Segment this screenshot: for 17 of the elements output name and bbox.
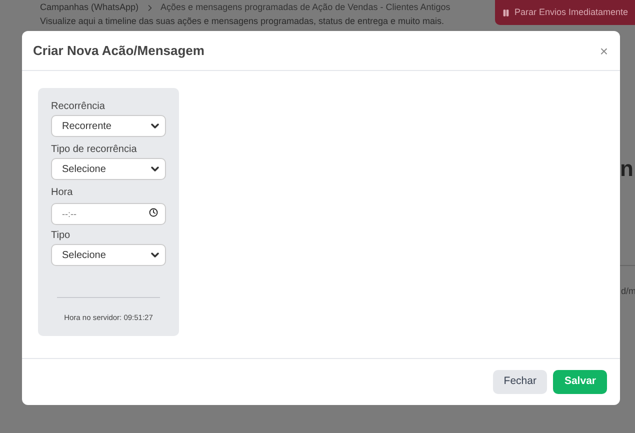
- field-label: Tipo: [51, 229, 72, 242]
- select-field[interactable]: Selecione: [51, 244, 166, 266]
- field-label: Tipo de recorrência: [51, 143, 138, 156]
- page-subtitle: Visualize aqui a timeline das suas ações e mensagens programadas, status de entrega e muito mais.: [40, 15, 446, 28]
- time-field[interactable]: --:--: [51, 203, 166, 225]
- select-field[interactable]: Selecione: [51, 158, 166, 180]
- stop-sending-button[interactable]: Parar Envios Imediatamente: [495, 0, 635, 25]
- close-button[interactable]: ×: [600, 44, 609, 58]
- select-field[interactable]: Recorrente: [51, 115, 166, 137]
- field-label: Recorrência: [51, 100, 106, 113]
- close-dialog-button[interactable]: Fechar: [492, 370, 548, 394]
- modal-title: Criar Nova Acão/Mensagem: [33, 42, 204, 60]
- clock-icon: [149, 208, 158, 216]
- pause-icon: [502, 8, 510, 16]
- heading-fragment: n: [620, 155, 634, 183]
- breadcrumb-current: Ações e mensagens programadas de Ação de Vendas - Clientes Antigos: [160, 1, 450, 14]
- field-label: Hora: [51, 186, 74, 199]
